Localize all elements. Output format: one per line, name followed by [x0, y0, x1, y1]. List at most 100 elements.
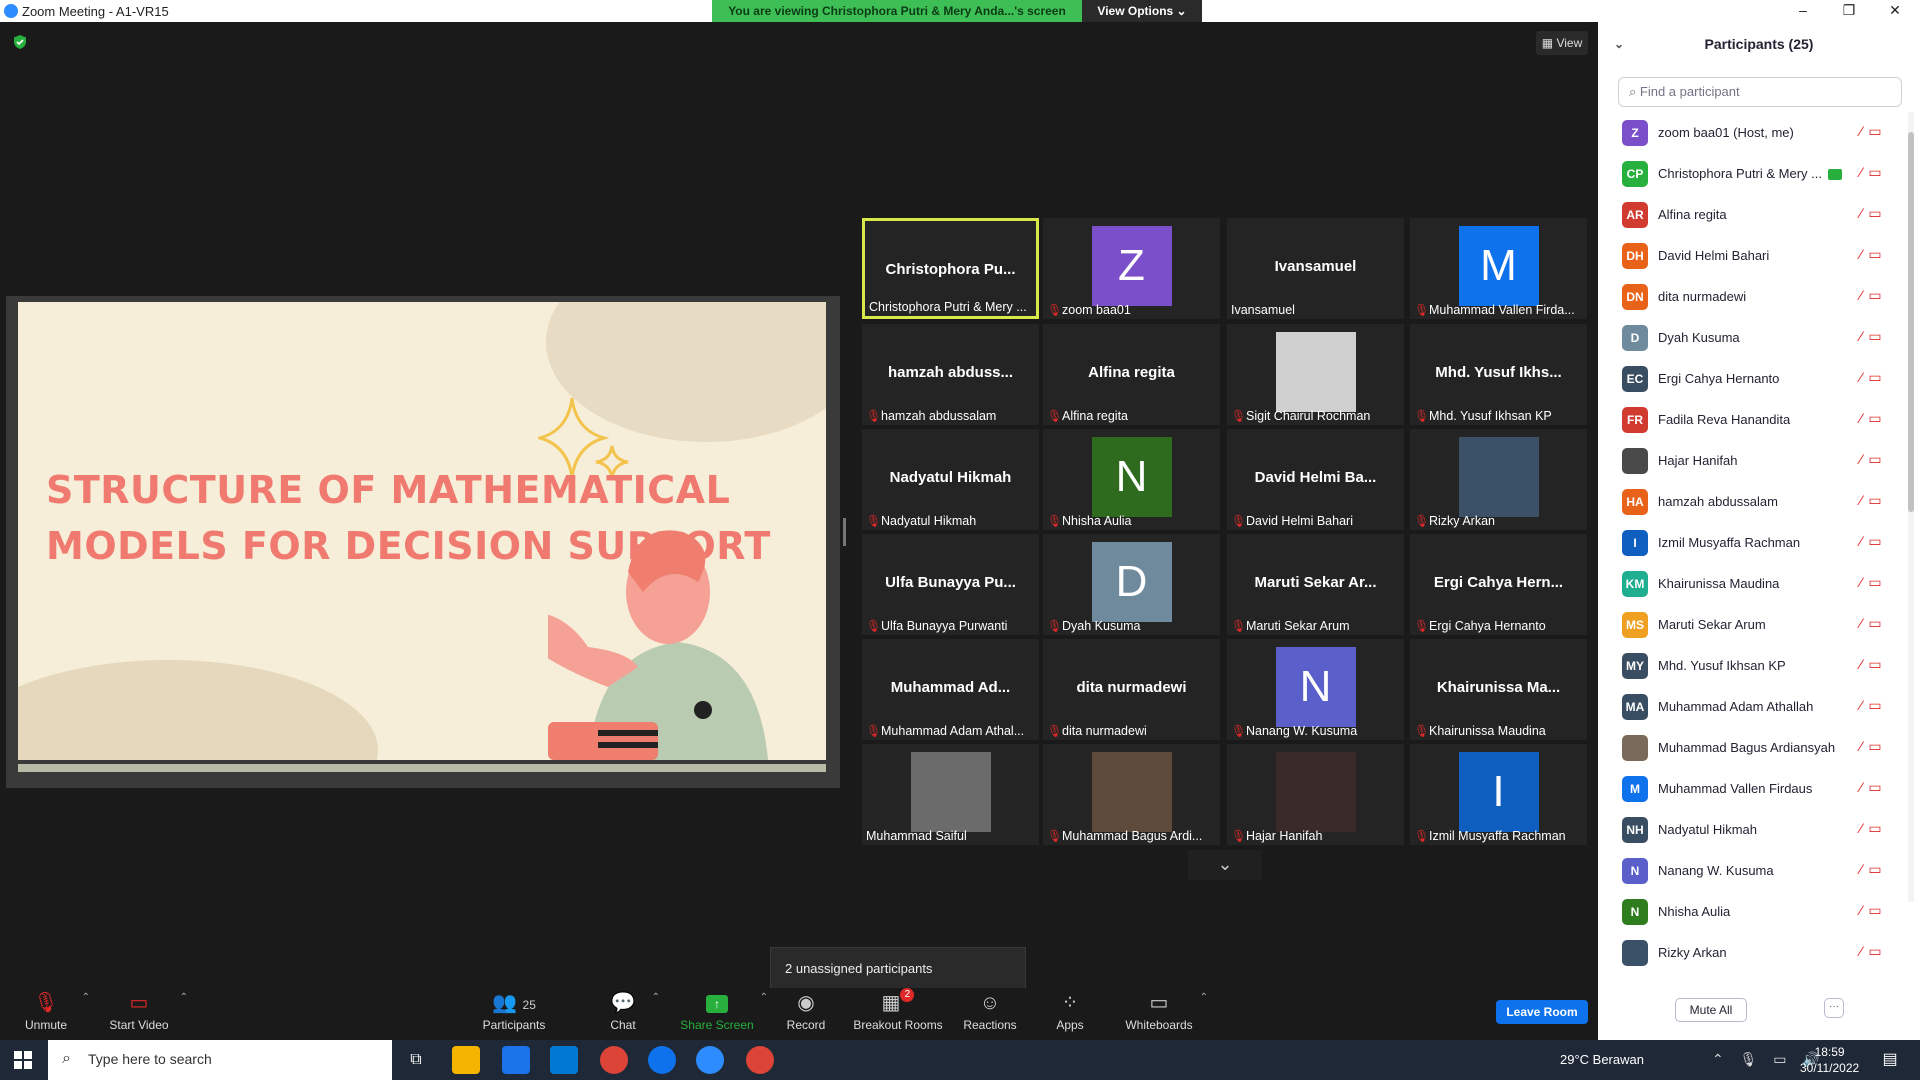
breakout-rooms-button[interactable]: ▦ 2 Breakout Rooms [852, 988, 944, 1040]
participant-video-tile[interactable]: 🎙Muhammad Bagus Ardi... [1043, 744, 1220, 845]
participant-row[interactable]: Rizky Arkan ⁄▭ [1598, 932, 1908, 973]
store-icon[interactable] [502, 1046, 530, 1074]
splitter-handle[interactable] [843, 518, 846, 546]
participant-row[interactable]: KM Khairunissa Maudina ⁄▭ [1598, 563, 1908, 604]
audio-options-caret-icon[interactable]: ⌃ [82, 992, 90, 1003]
scroll-down-chevron-icon[interactable]: ⌄ [1188, 850, 1262, 880]
participant-row[interactable]: AR Alfina regita ⁄▭ [1598, 194, 1908, 235]
participant-video-tile[interactable]: Ivansamuel Ivansamuel [1227, 218, 1404, 319]
view-options-button[interactable]: View Options ⌄ [1082, 0, 1202, 22]
chrome-icon[interactable] [600, 1046, 628, 1074]
chat-options-caret-icon[interactable]: ⌃ [652, 992, 660, 1003]
notifications-icon[interactable]: ▤ [1876, 1046, 1904, 1074]
participant-row[interactable]: D Dyah Kusuma ⁄▭ [1598, 317, 1908, 358]
whiteboards-button[interactable]: ▭ Whiteboards ⌃ [1124, 988, 1208, 1040]
participant-name: Muhammad Vallen Firdaus [1658, 781, 1812, 796]
participant-video-tile[interactable]: N 🎙Nanang W. Kusuma [1227, 639, 1404, 740]
participant-name-text: hamzah abdussalam [1658, 494, 1778, 509]
participants-button[interactable]: 👥 25 Participants [476, 988, 552, 1040]
weather-widget[interactable]: 29°C Berawan [1560, 1052, 1644, 1067]
tile-name-text: Nhisha Aulia [1062, 514, 1132, 528]
participant-video-tile[interactable]: dita nurmadewi 🎙dita nurmadewi [1043, 639, 1220, 740]
tile-name-label: Muhammad Saiful [866, 829, 1037, 843]
teamviewer-icon[interactable] [648, 1046, 676, 1074]
participant-row[interactable]: CP Christophora Putri & Mery ... ⁄▭ [1598, 153, 1908, 194]
minimize-button[interactable]: – [1780, 0, 1826, 22]
participant-row[interactable]: N Nhisha Aulia ⁄▭ [1598, 891, 1908, 932]
avatar: EC [1622, 366, 1648, 392]
close-button[interactable]: ✕ [1872, 0, 1918, 22]
participant-row[interactable]: N Nanang W. Kusuma ⁄▭ [1598, 850, 1908, 891]
maximize-button[interactable]: ❐ [1826, 0, 1872, 22]
chat-button[interactable]: 💬 Chat ⌃ [600, 988, 660, 1040]
participant-name-text: Alfina regita [1658, 207, 1727, 222]
participant-video-tile[interactable]: M 🎙Muhammad Vallen Firda... [1410, 218, 1587, 319]
participant-row[interactable]: Hajar Hanifah ⁄▭ [1598, 440, 1908, 481]
participant-row[interactable]: MA Muhammad Adam Athallah ⁄▭ [1598, 686, 1908, 727]
participant-video-tile[interactable]: Khairunissa Ma... 🎙Khairunissa Maudina [1410, 639, 1587, 740]
participant-row[interactable]: I Izmil Musyaffa Rachman ⁄▭ [1598, 522, 1908, 563]
view-button[interactable]: ▦ View [1536, 31, 1588, 55]
participant-video-tile[interactable]: Maruti Sekar Ar... 🎙Maruti Sekar Arum [1227, 534, 1404, 635]
participant-video-tile[interactable]: 🎙Hajar Hanifah [1227, 744, 1404, 845]
collapse-panel-chevron-icon[interactable]: ⌄ [1614, 22, 1624, 66]
participant-list-scrollbar[interactable] [1908, 112, 1914, 902]
participant-video-tile[interactable]: Muhammad Saiful [862, 744, 1039, 845]
scrollbar-thumb[interactable] [1908, 132, 1914, 512]
taskbar-search-input[interactable]: ⌕ Type here to search [48, 1040, 392, 1080]
participant-video-tile[interactable]: Muhammad Ad... 🎙Muhammad Adam Athal... [862, 639, 1039, 740]
participant-video-tile[interactable]: Mhd. Yusuf Ikhs... 🎙Mhd. Yusuf Ikhsan KP [1410, 324, 1587, 425]
participant-video-tile[interactable]: David Helmi Ba... 🎙David Helmi Bahari [1227, 429, 1404, 530]
participant-video-tile[interactable]: Alfina regita 🎙Alfina regita [1043, 324, 1220, 425]
participant-row[interactable]: Muhammad Bagus Ardiansyah ⁄▭ [1598, 727, 1908, 768]
apps-button[interactable]: ⁘ Apps [1052, 988, 1088, 1040]
participant-video-tile[interactable]: D 🎙Dyah Kusuma [1043, 534, 1220, 635]
more-options-button[interactable]: ··· [1824, 998, 1844, 1018]
participant-video-tile[interactable]: I 🎙Izmil Musyaffa Rachman [1410, 744, 1587, 845]
video-options-caret-icon[interactable]: ⌃ [180, 992, 188, 1003]
reactions-button[interactable]: ☺ Reactions [962, 988, 1018, 1040]
share-screen-button[interactable]: ↑ Share Screen ⌃ [680, 988, 768, 1040]
participant-row[interactable]: FR Fadila Reva Hanandita ⁄▭ [1598, 399, 1908, 440]
participant-row[interactable]: HA hamzah abdussalam ⁄▭ [1598, 481, 1908, 522]
leave-room-button[interactable]: Leave Room [1496, 1000, 1588, 1024]
participant-row[interactable]: MY Mhd. Yusuf Ikhsan KP ⁄▭ [1598, 645, 1908, 686]
mail-icon[interactable] [550, 1046, 578, 1074]
whiteboard-options-caret-icon[interactable]: ⌃ [1200, 992, 1208, 1003]
participant-video-tile[interactable]: Z 🎙zoom baa01 [1043, 218, 1220, 319]
participant-video-tile[interactable]: Nadyatul Hikmah 🎙Nadyatul Hikmah [862, 429, 1039, 530]
zoom-taskbar-icon[interactable] [696, 1046, 724, 1074]
start-video-button[interactable]: ▭ Start Video ⌃ [104, 988, 188, 1040]
taskbar-clock[interactable]: 18:59 30/11/2022 [1800, 1044, 1859, 1076]
profile-photo [910, 752, 991, 832]
avatar: NH [1622, 817, 1648, 843]
participant-row[interactable]: EC Ergi Cahya Hernanto ⁄▭ [1598, 358, 1908, 399]
participant-search-input[interactable]: ⌕ Find a participant [1618, 77, 1902, 107]
tile-name-label: 🎙Nhisha Aulia [1047, 514, 1218, 528]
unmute-button[interactable]: 🎙 Unmute ⌃ [16, 988, 90, 1040]
participant-video-tile[interactable]: N 🎙Nhisha Aulia [1043, 429, 1220, 530]
participant-video-tile[interactable]: 🎙Rizky Arkan [1410, 429, 1587, 530]
share-options-caret-icon[interactable]: ⌃ [760, 992, 768, 1003]
participant-video-tile[interactable]: 🎙Sigit Chairul Rochman [1227, 324, 1404, 425]
participant-video-tile[interactable]: Ulfa Bunayya Pu... 🎙Ulfa Bunayya Purwanti [862, 534, 1039, 635]
windows-start-icon[interactable] [14, 1051, 32, 1069]
participant-video-tile[interactable]: hamzah abduss... 🎙hamzah abdussalam [862, 324, 1039, 425]
file-explorer-icon[interactable] [452, 1046, 480, 1074]
participant-video-tile[interactable]: Ergi Cahya Hern... 🎙Ergi Cahya Hernanto [1410, 534, 1587, 635]
chrome-profile-icon[interactable] [746, 1046, 774, 1074]
participant-row[interactable]: Zzoom baa01 (Host, me) ⁄▭ [1598, 112, 1908, 153]
participant-row[interactable]: M Muhammad Vallen Firdaus ⁄▭ [1598, 768, 1908, 809]
mute-all-button[interactable]: Mute All [1675, 998, 1747, 1022]
participant-row[interactable]: MS Maruti Sekar Arum ⁄▭ [1598, 604, 1908, 645]
task-view-icon[interactable]: ⧉ [402, 1046, 430, 1074]
muted-mic-icon: 🎙 [1231, 724, 1247, 738]
participant-row[interactable]: NH Nadyatul Hikmah ⁄▭ [1598, 809, 1908, 850]
participant-video-tile[interactable]: Christophora Pu... Christophora Putri & M… [862, 218, 1039, 319]
participant-row[interactable]: DN dita nurmadewi ⁄▭ [1598, 276, 1908, 317]
record-button[interactable]: ◉ Record [786, 988, 826, 1040]
participant-row[interactable]: DH David Helmi Bahari ⁄▭ [1598, 235, 1908, 276]
encryption-shield-icon[interactable] [12, 34, 28, 50]
tile-name-label: Christophora Putri & Mery ... [869, 300, 1034, 314]
avatar: D [1091, 542, 1172, 622]
